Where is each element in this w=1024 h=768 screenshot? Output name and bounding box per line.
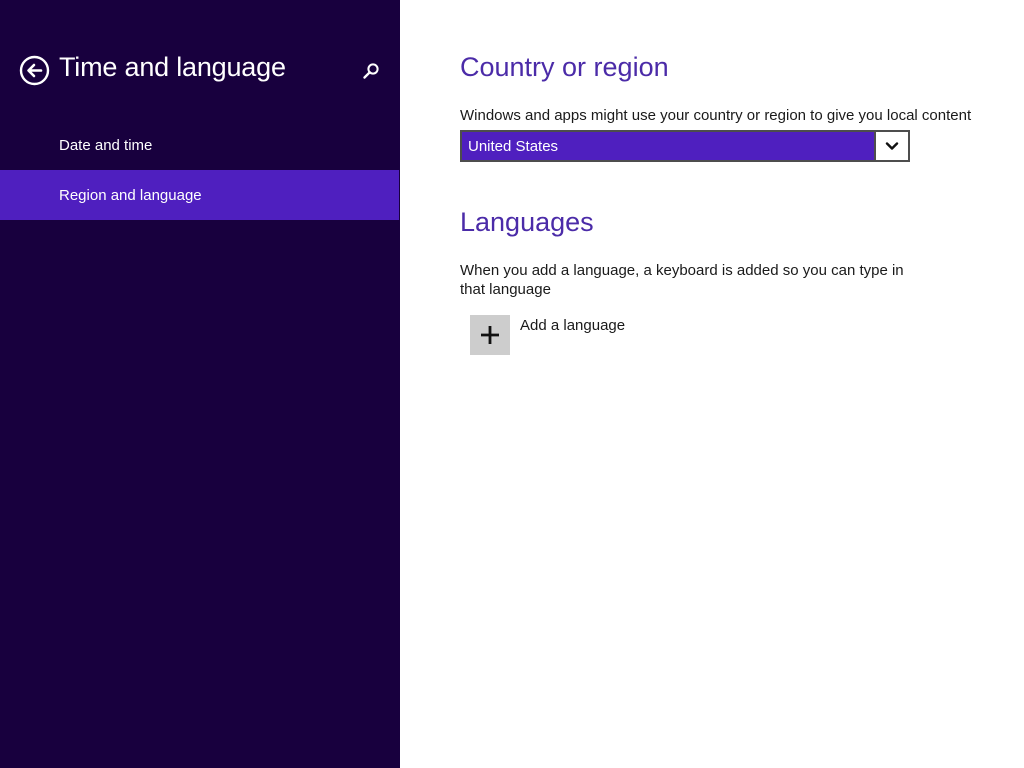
plus-icon [481, 326, 499, 344]
search-button[interactable] [360, 60, 382, 82]
settings-screen: Time and language Date and time Region a… [0, 0, 1024, 768]
add-language-button[interactable]: Add a language [470, 315, 625, 355]
country-description: Windows and apps might use your country … [460, 107, 972, 124]
nav-item-label: Date and time [59, 136, 153, 154]
back-arrow-circle-icon [19, 55, 50, 86]
nav-item-region-and-language[interactable]: Region and language [0, 170, 399, 220]
nav-item-label: Region and language [59, 186, 202, 204]
nav-item-date-and-time[interactable]: Date and time [0, 120, 399, 170]
page-title: Time and language [59, 52, 286, 82]
country-selected-value: United States [468, 137, 559, 155]
add-language-tile[interactable] [470, 315, 510, 355]
languages-description: When you add a language, a keyboard is a… [460, 262, 904, 298]
dropdown-arrow-button[interactable] [874, 132, 908, 160]
left-navigation-pane: Time and language Date and time Region a… [0, 0, 400, 768]
search-icon [363, 63, 379, 79]
add-language-label: Add a language [520, 317, 626, 334]
content-pane: Country or region Windows and apps might… [400, 0, 1024, 768]
country-dropdown[interactable]: United States [460, 130, 910, 162]
back-button[interactable] [19, 55, 50, 86]
chevron-down-icon [885, 142, 899, 150]
country-section-heading: Country or region [460, 52, 669, 82]
languages-section-heading: Languages [460, 207, 594, 237]
